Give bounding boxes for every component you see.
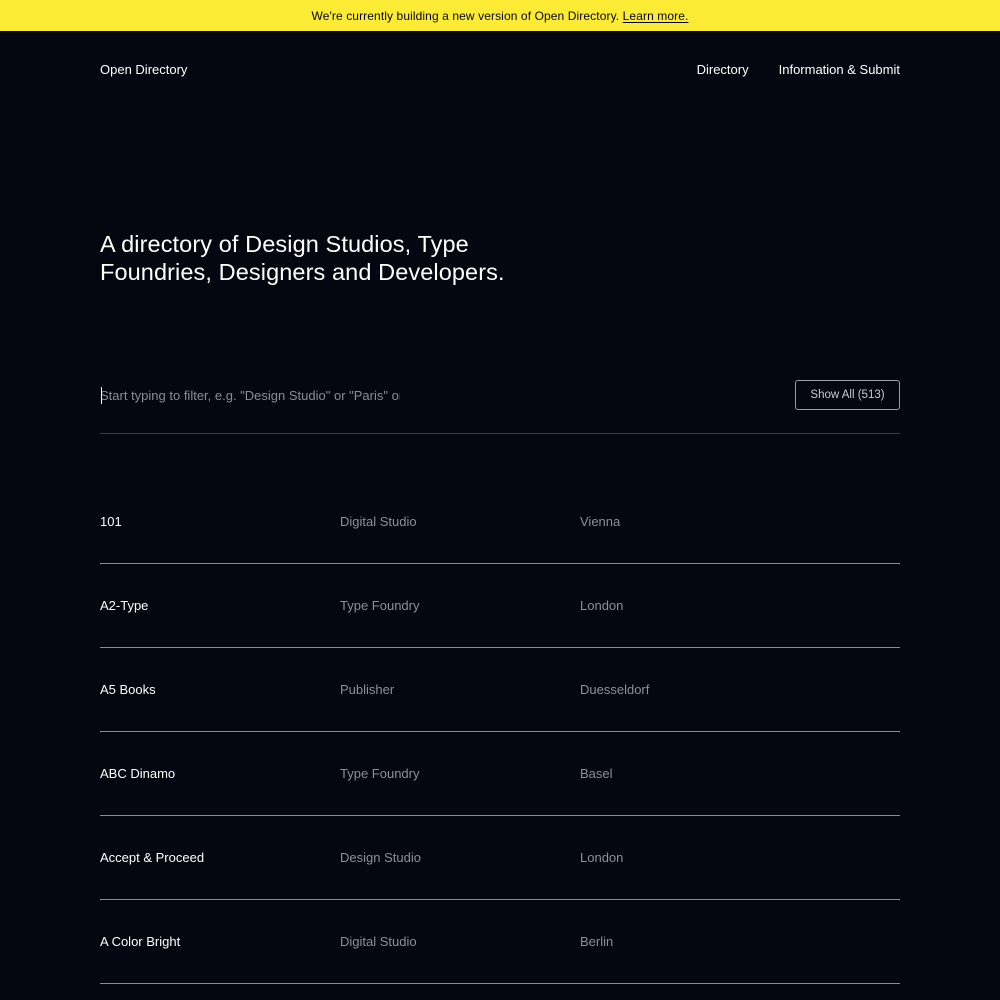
entry-type: Type Foundry xyxy=(340,598,420,613)
nav-directory-link[interactable]: Directory xyxy=(697,62,749,77)
entry-type: Design Studio xyxy=(340,850,421,865)
text-cursor xyxy=(101,387,102,404)
entry-name: ABC Dinamo xyxy=(100,766,176,781)
site-header: Open Directory Directory Information & S… xyxy=(100,60,900,78)
main-nav: Directory Information & Submit xyxy=(697,62,900,77)
entry-city: London xyxy=(580,850,624,865)
directory-row[interactable]: A5 Books Publisher Duesseldorf xyxy=(100,648,900,732)
entry-city: Vienna xyxy=(580,514,621,529)
entry-name: A Color Bright xyxy=(100,934,181,949)
directory-row[interactable]: Accept & Proceed Design Studio London xyxy=(100,816,900,900)
directory-row[interactable]: A2-Type Type Foundry London xyxy=(100,564,900,648)
show-all-button[interactable]: Show All (513) xyxy=(795,380,900,410)
announcement-banner: We're currently building a new version o… xyxy=(0,0,1000,31)
filter-divider xyxy=(100,433,900,434)
entry-name: Accept & Proceed xyxy=(100,850,205,865)
entry-city: Berlin xyxy=(580,934,614,949)
entry-city: Basel xyxy=(580,766,613,781)
entry-name: A2-Type xyxy=(100,598,149,613)
brand-link[interactable]: Open Directory xyxy=(100,62,187,77)
entry-type: Type Foundry xyxy=(340,766,420,781)
directory-row[interactable]: ABC Dinamo Type Foundry Basel xyxy=(100,732,900,816)
directory-row[interactable]: 101 Digital Studio Vienna xyxy=(100,480,900,564)
learn-more-link[interactable]: Learn more. xyxy=(623,9,689,23)
entry-name: A5 Books xyxy=(100,682,156,697)
nav-information-submit-link[interactable]: Information & Submit xyxy=(779,62,900,77)
directory-list: 101 Digital Studio Vienna A2-Type Type F… xyxy=(100,480,900,984)
entry-city: London xyxy=(580,598,624,613)
entry-city: Duesseldorf xyxy=(580,682,650,697)
directory-row[interactable]: A Color Bright Digital Studio Berlin xyxy=(100,900,900,984)
filter-input[interactable] xyxy=(100,384,400,406)
page-title: A directory of Design Studios, Type Foun… xyxy=(100,231,505,285)
entry-type: Digital Studio xyxy=(340,514,417,529)
banner-text: We're currently building a new version o… xyxy=(311,8,620,23)
entry-type: Publisher xyxy=(340,682,395,697)
entry-name: 101 xyxy=(100,514,122,529)
entry-type: Digital Studio xyxy=(340,934,417,949)
